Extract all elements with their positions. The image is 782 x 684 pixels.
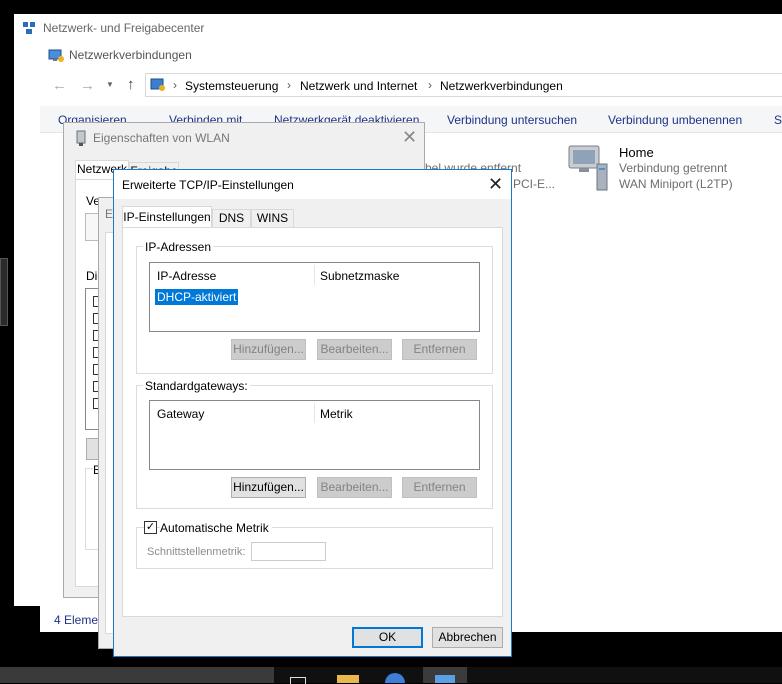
ip-edit-button[interactable]: Bearbeiten... xyxy=(317,339,392,360)
address-bar[interactable]: › Systemsteuerung › Netzwerk und Interne… xyxy=(145,73,782,97)
connection-device: WAN Miniport (L2TP) xyxy=(619,177,733,191)
search-box[interactable] xyxy=(0,667,274,683)
control-panel-icon xyxy=(150,77,166,96)
tab-dns[interactable]: DNS xyxy=(212,209,251,228)
more-button[interactable]: St xyxy=(774,113,782,127)
bg-window-title: Netzwerk- und Freigabecenter xyxy=(43,21,205,35)
gateway-list[interactable]: Gateway Metrik xyxy=(149,400,480,470)
explorer-icon[interactable] xyxy=(337,675,359,683)
column-divider xyxy=(314,403,315,423)
subnet-mask-column-header[interactable]: Subnetzmaske xyxy=(320,269,399,283)
ip-address-column-header[interactable]: IP-Adresse xyxy=(157,269,216,283)
wlan-close-icon[interactable]: ✕ xyxy=(402,128,417,146)
gateway-edit-button[interactable]: Bearbeiten... xyxy=(317,477,392,498)
breadcrumb-sep-0: › xyxy=(173,78,177,92)
tab-ip-settings[interactable]: IP-Einstellungen xyxy=(122,206,212,228)
gateways-group-label: Standardgateways: xyxy=(143,379,250,393)
breadcrumb-sep-2: › xyxy=(428,78,432,92)
gateway-column-header[interactable]: Gateway xyxy=(157,407,204,421)
tab-wins[interactable]: WINS xyxy=(251,209,294,228)
ip-dialog-title-partial: E xyxy=(105,207,114,221)
gateway-add-button[interactable]: Hinzufügen... xyxy=(231,477,306,498)
tcpip-close-icon[interactable]: ✕ xyxy=(488,175,503,193)
ok-button[interactable]: OK xyxy=(352,627,423,648)
active-app-tile[interactable] xyxy=(423,667,467,683)
network-center-icon xyxy=(22,21,36,35)
column-divider xyxy=(314,265,315,285)
dhcp-enabled-row[interactable]: DHCP-aktiviert xyxy=(155,289,239,305)
up-icon[interactable]: ↑ xyxy=(127,76,135,93)
forward-icon[interactable]: → xyxy=(80,77,95,94)
ip-addresses-group-label: IP-Adressen xyxy=(143,240,214,254)
rename-button[interactable]: Verbindung umbenennen xyxy=(608,113,742,127)
auto-metric-checkbox[interactable]: ✓ xyxy=(144,521,157,534)
breadcrumb-systemsteuerung[interactable]: Systemsteuerung xyxy=(185,79,278,93)
wan-connection-icon[interactable] xyxy=(565,144,613,195)
taskbar xyxy=(0,667,782,684)
network-connections-taskbar-icon xyxy=(435,675,455,683)
auto-metric-label[interactable]: Automatische Metrik xyxy=(160,521,272,535)
breadcrumb-sep-1: › xyxy=(287,78,291,92)
tcpip-dialog-title: Erweiterte TCP/IP-Einstellungen xyxy=(122,178,294,192)
connection-status: Verbindung getrennt xyxy=(619,161,728,175)
ip-settings-panel: IP-Adressen IP-Adresse Subnetzmaske DHCP… xyxy=(122,227,503,617)
cancel-button[interactable]: Abbrechen xyxy=(432,627,503,648)
breadcrumb-netzwerk-internet[interactable]: Netzwerk und Internet xyxy=(300,79,417,93)
dropdown-icon[interactable]: ▼ xyxy=(106,80,114,89)
advanced-tcpip-dialog: Erweiterte TCP/IP-Einstellungen ✕ IP-Ein… xyxy=(113,169,512,657)
interface-metric-label: Schnittstellenmetrik: xyxy=(147,546,246,558)
interface-metric-input[interactable] xyxy=(251,542,326,561)
connection-device-partial: PCI-E... xyxy=(513,177,556,191)
ip-remove-button[interactable]: Entfernen xyxy=(402,339,477,360)
diagnose-button[interactable]: Verbindung untersuchen xyxy=(447,113,577,127)
connection-name[interactable]: Home xyxy=(619,145,654,160)
wlan-adapter-icon xyxy=(74,130,88,149)
wlan-dialog-title: Eigenschaften von WLAN xyxy=(93,131,230,145)
browser-icon[interactable] xyxy=(385,673,405,683)
gateway-remove-button[interactable]: Entfernen xyxy=(402,477,477,498)
breadcrumb-netzwerkverbindungen[interactable]: Netzwerkverbindungen xyxy=(440,79,563,93)
ip-address-list[interactable]: IP-Adresse Subnetzmaske DHCP-aktiviert xyxy=(149,262,480,332)
network-connections-icon xyxy=(48,47,64,63)
main-window-title: Netzwerkverbindungen xyxy=(69,48,192,62)
back-icon[interactable]: ← xyxy=(52,77,67,94)
desktop-fragment xyxy=(0,258,8,326)
metric-column-header[interactable]: Metrik xyxy=(320,407,353,421)
ip-add-button[interactable]: Hinzufügen... xyxy=(231,339,306,360)
